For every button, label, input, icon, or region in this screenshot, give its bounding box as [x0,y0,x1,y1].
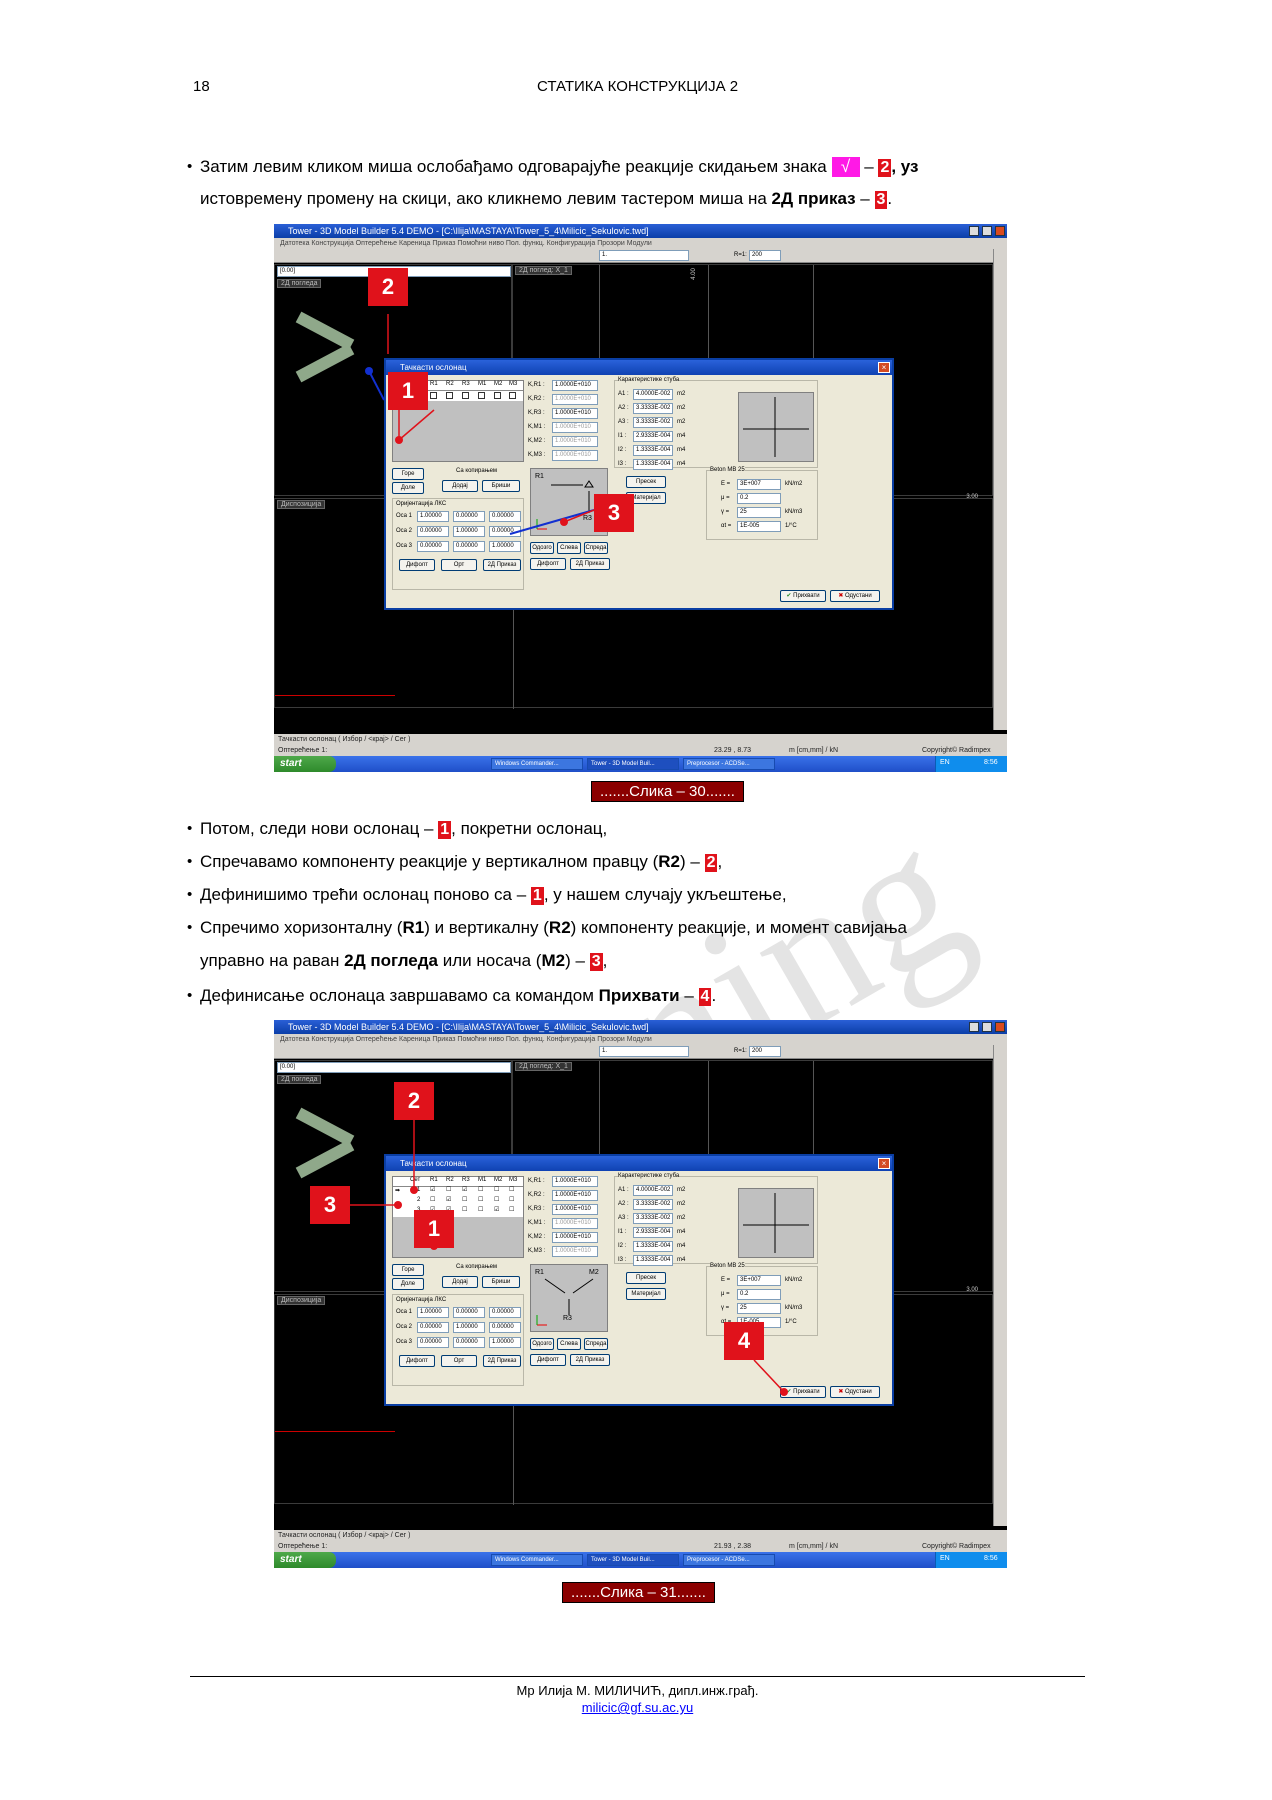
footer-author: Мр Илија М. МИЛИЧИЋ, дипл.инж.грађ. [516,1683,759,1698]
bullet-text: Дефинишимо трећи ослонац поново са – [200,885,527,904]
screenshot-figure-31: Tower - 3D Model Builder 5.4 DEMO - [C:\… [274,1020,1007,1568]
bullet-item: • Спречимо хоризонталну (R1) и вертикалн… [187,917,907,939]
footer-email-link[interactable]: milicic@gf.su.ac.yu [582,1700,693,1715]
bullet-item: • Потом, следи нови ослонац – 1, покретн… [187,818,608,840]
bullet-dot: • [187,886,193,903]
bullet-tail: , [717,852,723,871]
bullet-dot: • [187,987,193,1004]
bullet-bold: 2Д погледа [344,951,438,970]
intro-paragraph: • Затим левим кликом миша ослобађамо одг… [187,156,1085,178]
bullet-item: • Спречавамо компоненту реакције у верти… [187,851,723,873]
intro-line-2: истовремену промену на скици, ако кликне… [200,188,892,210]
annotation-lines [365,314,595,535]
bullet-dot: • [187,853,193,870]
bullet-text: – [684,986,694,1005]
bullet-text: ) – [679,852,700,871]
badge-1: 1 [530,887,544,905]
intro-text: Затим левим кликом миша ослобађамо одгов… [200,157,827,176]
page-number: 18 [193,78,210,95]
intro-bold: 2Д приказ [771,189,856,208]
badge-4: 4 [698,988,712,1006]
figure-caption-31: .......Слика – 31....... [562,1582,715,1603]
callout-4: 4 [724,1322,764,1360]
bullet-text: ) – [565,951,585,970]
bullet-item: • Дефинисање ослонаца завршавамо са кома… [187,985,717,1007]
bullet-dot: • [187,158,193,175]
badge-3: 3 [589,953,603,971]
bullet-bold: R2 [548,918,571,937]
bullet-tail: , [602,951,608,970]
period: . [887,189,893,208]
footer-email-wrap: milicic@gf.su.ac.yu [190,1700,1085,1715]
bullet-text: ) и вертикалну ( [424,918,549,937]
dash: – [860,189,870,208]
badge-2: 2 [878,159,892,177]
callout-1: 1 [388,372,428,410]
badge-1: 1 [438,821,452,839]
bullet-tail: , покретни ослонац, [451,819,608,838]
bullet-text: Дефинисање ослонаца завршавамо са команд… [200,986,594,1005]
bullet-item-continued: управно на раван 2Д погледа или носача (… [200,950,607,972]
check-symbol: √ [831,157,860,177]
bullet-tail: . [711,986,717,1005]
dash: – [864,157,874,176]
bullet-bold: M2 [541,951,566,970]
intro-text-2: истовремену промену на скици, ако кликне… [200,189,767,208]
badge-3: 3 [874,191,888,209]
bullet-bold: R2 [658,852,680,871]
intro-text-tail: , уз [891,157,919,176]
running-title: СТАТИКА КОНСТРУКЦИЈА 2 [537,78,739,95]
bullet-text: ) компоненту реакције, и момент савијања [570,918,907,937]
badge-2: 2 [704,854,718,872]
callout-1: 1 [414,1210,454,1248]
bullet-text: или носача ( [442,951,542,970]
bullet-item: • Дефинишимо трећи ослонац поново са – 1… [187,884,787,906]
callout-2: 2 [394,1082,434,1120]
screenshot-figure-30: Tower - 3D Model Builder 5.4 DEMO - [C:\… [274,224,1007,772]
figure-caption-30: .......Слика – 30....... [591,781,744,802]
callout-3: 3 [594,494,634,532]
callout-2: 2 [368,268,408,306]
bullet-dot: • [187,919,193,936]
annotation-lines [349,1120,788,1396]
bullet-text: Спречавамо компоненту реакције у вертика… [200,852,659,871]
bullet-bold: Прихвати [598,986,680,1005]
callout-3: 3 [310,1186,350,1224]
bullet-bold: R1 [402,918,425,937]
bullet-text: Потом, следи нови ослонац – [200,819,434,838]
bullet-text: Спречимо хоризонталну ( [200,918,403,937]
footer-rule [190,1676,1085,1677]
bullet-dot: • [187,820,193,837]
bullet-text: управно на раван [200,951,340,970]
bullet-tail: , у нашем случају укљештење, [543,885,787,904]
